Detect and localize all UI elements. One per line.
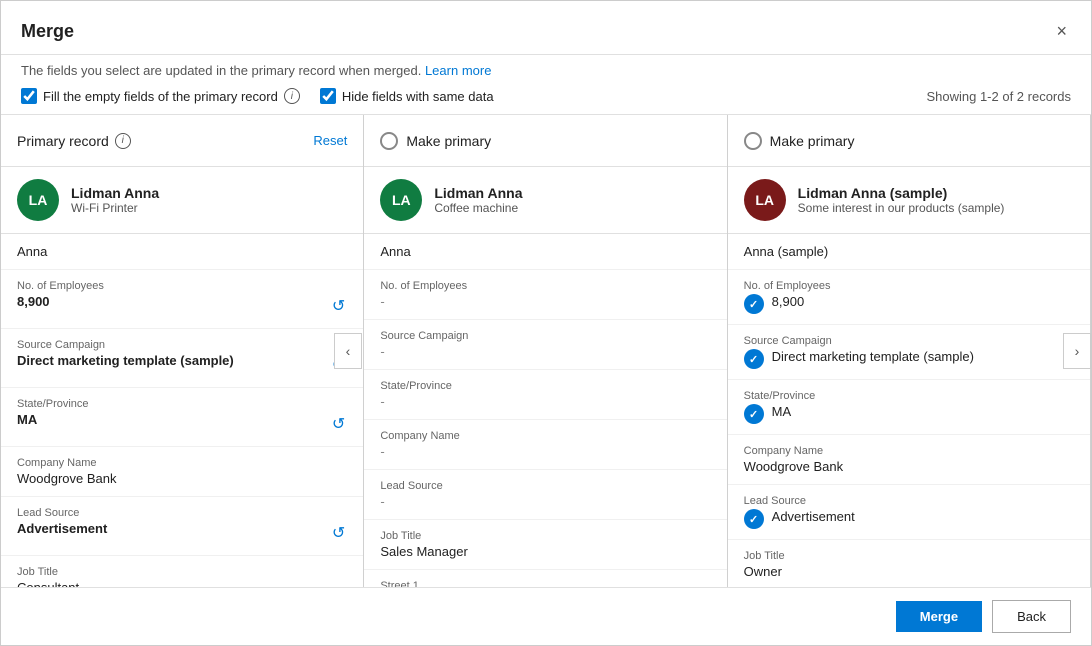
field-group: Job Title Consultant xyxy=(1,556,363,587)
make-primary-radio-1[interactable] xyxy=(380,132,398,150)
field-group: Source Campaign Direct marketing templat… xyxy=(1,329,363,388)
info-icon[interactable]: i xyxy=(284,88,300,104)
field-group: Job Title Owner xyxy=(728,540,1090,587)
primary-first-name: Anna xyxy=(1,234,363,270)
make-primary-label-2: Make primary xyxy=(770,133,855,149)
first-name-2: Anna xyxy=(364,234,726,270)
check-icon xyxy=(744,294,764,314)
field-group: State/Province MA ↺ xyxy=(1,388,363,447)
record-info-2: LA Lidman Anna Coffee machine xyxy=(364,167,726,234)
fill-empty-checkbox[interactable] xyxy=(21,88,37,104)
column-primary: Primary record i Reset LA Lidman Anna Wi… xyxy=(1,115,364,587)
primary-avatar: LA xyxy=(17,179,59,221)
field-group: Source Campaign Direct marketing templat… xyxy=(728,325,1090,380)
record-info-3: LA Lidman Anna (sample) Some interest in… xyxy=(728,167,1090,234)
field-group: No. of Employees - xyxy=(364,270,726,320)
check-icon xyxy=(744,349,764,369)
make-primary-radio-2[interactable] xyxy=(744,132,762,150)
fill-empty-checkbox-label[interactable]: Fill the empty fields of the primary rec… xyxy=(21,88,300,104)
toolbar-left: Fill the empty fields of the primary rec… xyxy=(21,88,494,104)
check-icon xyxy=(744,509,764,529)
check-icon xyxy=(744,404,764,424)
field-group: State/Province - xyxy=(364,370,726,420)
field-group: Street 1 xyxy=(364,570,726,587)
column-make-primary-2: Make primary LA Lidman Anna (sample) Som… xyxy=(728,115,1091,587)
nav-arrow-left[interactable]: ‹ xyxy=(334,333,362,369)
primary-record-header: Primary record i Reset xyxy=(1,115,363,167)
field-group: Lead Source Advertisement xyxy=(728,485,1090,540)
make-primary-header-1: Make primary xyxy=(364,115,726,167)
field-group: No. of Employees 8,900 xyxy=(728,270,1090,325)
field-group: Company Name Woodgrove Bank xyxy=(728,435,1090,485)
learn-more-link[interactable]: Learn more xyxy=(425,63,491,78)
field-group: Lead Source - xyxy=(364,470,726,520)
primary-record-label: Primary record xyxy=(17,133,109,149)
record-subtitle-2: Coffee machine xyxy=(434,201,522,215)
field-group: No. of Employees 8,900 ↺ xyxy=(1,270,363,329)
revert-button[interactable]: ↺ xyxy=(330,294,347,318)
hide-same-checkbox-label[interactable]: Hide fields with same data xyxy=(320,88,494,104)
dialog-subtitle: The fields you select are updated in the… xyxy=(1,55,1091,78)
revert-button[interactable]: ↺ xyxy=(330,412,347,436)
column-make-primary-1: Make primary LA Lidman Anna Coffee machi… xyxy=(364,115,727,587)
hide-same-checkbox[interactable] xyxy=(320,88,336,104)
dialog-footer: Merge Back xyxy=(1,587,1091,645)
showing-text: Showing 1-2 of 2 records xyxy=(926,89,1071,104)
merge-dialog: Merge × The fields you select are update… xyxy=(0,0,1092,646)
avatar-3: LA xyxy=(744,179,786,221)
make-primary-label-1: Make primary xyxy=(406,133,491,149)
first-name-3: Anna (sample) xyxy=(728,234,1090,270)
close-button[interactable]: × xyxy=(1052,17,1071,46)
make-primary-header-2: Make primary xyxy=(728,115,1090,167)
field-group: Source Campaign - xyxy=(364,320,726,370)
dialog-title: Merge xyxy=(21,21,74,42)
record-name-3: Lidman Anna (sample) xyxy=(798,185,1005,201)
field-group: Company Name Woodgrove Bank xyxy=(1,447,363,497)
nav-arrow-right[interactable]: › xyxy=(1063,333,1091,369)
revert-button[interactable]: ↺ xyxy=(330,521,347,545)
primary-info-icon[interactable]: i xyxy=(115,133,131,149)
field-group: Company Name - xyxy=(364,420,726,470)
toolbar: Fill the empty fields of the primary rec… xyxy=(1,78,1091,115)
reset-button[interactable]: Reset xyxy=(313,133,347,148)
primary-record-info: LA Lidman Anna Wi-Fi Printer xyxy=(1,167,363,234)
merge-button[interactable]: Merge xyxy=(896,601,982,632)
back-button[interactable]: Back xyxy=(992,600,1071,633)
avatar-2: LA xyxy=(380,179,422,221)
record-subtitle-3: Some interest in our products (sample) xyxy=(798,201,1005,215)
dialog-header: Merge × xyxy=(1,1,1091,55)
field-group: Lead Source Advertisement ↺ xyxy=(1,497,363,556)
columns-area: Primary record i Reset LA Lidman Anna Wi… xyxy=(1,115,1091,587)
field-group: State/Province MA xyxy=(728,380,1090,435)
primary-record-subtitle: Wi-Fi Printer xyxy=(71,201,159,215)
primary-record-name: Lidman Anna xyxy=(71,185,159,201)
field-group: Job Title Sales Manager xyxy=(364,520,726,570)
record-name-2: Lidman Anna xyxy=(434,185,522,201)
